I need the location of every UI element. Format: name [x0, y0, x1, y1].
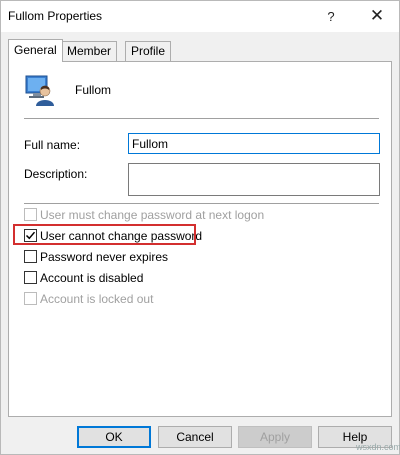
close-icon[interactable]: ✕ — [357, 1, 397, 32]
full-name-input[interactable] — [128, 133, 380, 154]
separator-top — [24, 118, 379, 119]
help-icon[interactable]: ? — [314, 1, 348, 32]
watermark-text: wsxdn.com — [356, 442, 400, 452]
apply-button[interactable]: Apply — [238, 426, 312, 448]
properties-dialog: Fullom Properties ? ✕ General Member Of … — [0, 0, 400, 455]
option-label: Account is disabled — [40, 271, 144, 285]
title-bar[interactable]: Fullom Properties ? ✕ — [1, 1, 399, 32]
window-title: Fullom Properties — [8, 9, 103, 23]
tab-general[interactable]: General — [8, 39, 63, 62]
description-label: Description: — [24, 167, 88, 181]
checkbox[interactable] — [24, 271, 37, 284]
user-avatar-icon — [25, 75, 55, 107]
checkbox[interactable] — [24, 250, 37, 263]
option-label: Password never expires — [40, 250, 169, 264]
checkbox[interactable] — [24, 208, 37, 221]
checkbox[interactable] — [24, 292, 37, 305]
full-name-label: Full name: — [24, 138, 81, 152]
user-display-name: Fullom — [75, 83, 112, 97]
description-input[interactable] — [128, 163, 380, 196]
cancel-button[interactable]: Cancel — [158, 426, 232, 448]
ok-button[interactable]: OK — [77, 426, 151, 448]
tab-member-of[interactable]: Member Of — [61, 41, 118, 76]
tab-profile[interactable]: Profile — [125, 41, 172, 61]
highlight-annotation — [13, 224, 196, 245]
option-label: Account is locked out — [40, 292, 154, 306]
option-label: User must change password at next logon — [40, 208, 265, 222]
separator-middle — [24, 203, 379, 204]
